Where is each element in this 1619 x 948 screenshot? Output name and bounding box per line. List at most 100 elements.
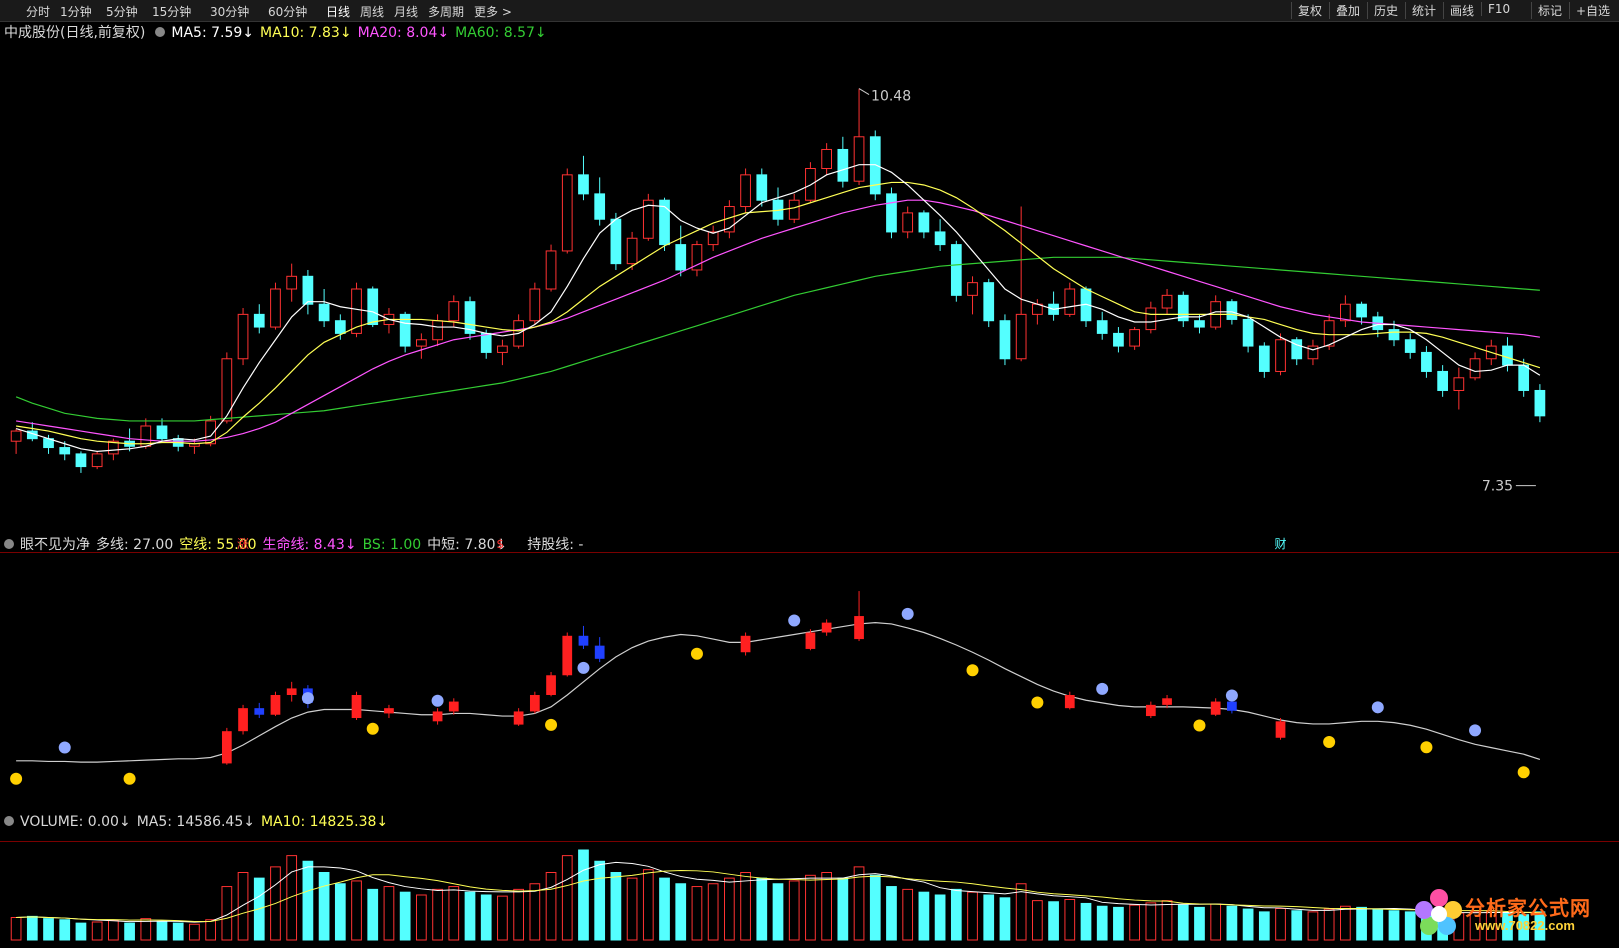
indicator-body <box>1275 721 1286 738</box>
volume-bar <box>205 919 216 941</box>
indicator-body <box>351 695 362 719</box>
event-marker: 财 <box>1275 537 1287 551</box>
volume-bar <box>561 855 573 941</box>
volume-bar <box>1177 904 1189 941</box>
volume-bar <box>1372 908 1384 941</box>
volume-bar <box>383 886 395 941</box>
candle-body <box>1064 288 1076 315</box>
candle-body <box>853 136 865 182</box>
candle-body <box>950 244 962 296</box>
volume-bar <box>10 917 22 941</box>
volume-bar <box>675 883 687 941</box>
candle-body <box>1404 339 1416 353</box>
volume-bar <box>1275 908 1286 941</box>
candle-body <box>448 301 460 322</box>
indicator-body <box>1064 695 1075 709</box>
candle-body <box>10 430 22 442</box>
volume-bar <box>464 891 476 941</box>
volume-bar <box>367 888 379 941</box>
volume-bar <box>124 922 135 941</box>
buy-smile-icon <box>123 772 136 785</box>
volume-bar <box>26 915 38 941</box>
candle-body <box>270 288 281 328</box>
candle-body <box>1226 301 1238 320</box>
volume-bar <box>416 894 427 941</box>
volume-bar <box>594 860 606 941</box>
volume-bar <box>108 919 119 941</box>
volume-bar <box>1161 900 1173 941</box>
candle-body <box>821 148 832 169</box>
volume-bar <box>1032 900 1043 941</box>
candle-body <box>1113 332 1124 347</box>
candle-body <box>334 320 346 334</box>
candle-body <box>1502 345 1513 366</box>
kline-chart[interactable]: 10.48 7.35 涨 $ 财 <box>0 0 1619 948</box>
volume-bar <box>707 883 719 941</box>
volume-bar <box>1323 908 1335 941</box>
candle-body <box>578 174 589 195</box>
volume-bar <box>156 920 168 941</box>
volume-bar <box>756 877 768 941</box>
volume-bar <box>91 921 103 941</box>
volume-bar <box>950 888 962 941</box>
volume-bar <box>1242 908 1254 941</box>
indicator-body <box>854 616 864 640</box>
volume-bar <box>578 849 589 941</box>
buy-smile-icon <box>1323 735 1336 748</box>
candle-body <box>934 231 946 246</box>
candle-body <box>837 148 849 182</box>
candle-body <box>221 358 233 422</box>
flower-logo-icon <box>1415 889 1462 935</box>
volume-bar <box>691 886 703 941</box>
indicator-body <box>221 731 232 764</box>
lifeline-curve <box>16 622 1541 763</box>
candle-body <box>529 288 541 322</box>
sell-face-icon <box>1469 724 1482 737</box>
volume-bar <box>934 894 946 941</box>
indicator-body <box>254 708 265 715</box>
volume-bar <box>821 872 832 941</box>
buy-smile-icon <box>1517 766 1530 779</box>
volume-bar <box>642 869 654 941</box>
candle-body <box>1307 345 1319 360</box>
volume-bar <box>1113 906 1124 941</box>
candle-body <box>1323 320 1335 347</box>
candle-body <box>253 313 265 328</box>
candle-body <box>302 275 314 305</box>
candle-body <box>1129 329 1140 347</box>
candle-body <box>918 212 930 233</box>
indicator-body <box>432 711 443 722</box>
volume-bar <box>1291 910 1303 941</box>
indicator-body <box>594 645 605 659</box>
volume-bar <box>869 874 881 941</box>
candle-body <box>1096 320 1108 334</box>
volume-bar <box>75 922 87 941</box>
sell-face-icon <box>1225 689 1238 702</box>
candle-body <box>367 288 379 326</box>
candle-body <box>156 425 168 440</box>
candle-body <box>237 313 249 360</box>
indicator-body <box>1227 701 1237 711</box>
candle-body <box>416 339 427 347</box>
candle-body <box>561 174 573 252</box>
volume-bar <box>318 872 330 941</box>
volume-bar <box>545 872 557 941</box>
candle-body <box>1161 294 1173 309</box>
volume-bar <box>432 888 443 941</box>
sell-face-icon <box>431 694 444 707</box>
candle-body <box>1356 303 1367 318</box>
indicator-body <box>286 688 297 695</box>
candle-body <box>902 212 914 233</box>
volume-bar <box>1129 904 1140 941</box>
indicator-body <box>270 695 281 715</box>
candle-body <box>1242 318 1254 347</box>
indicator-body <box>384 708 394 714</box>
indicator-body <box>562 635 573 676</box>
watermark-logo: 分析家公式网 www.70822.com <box>1413 886 1613 942</box>
indicator-body <box>238 708 248 732</box>
volume-bar <box>1048 901 1059 941</box>
volume-bar <box>837 877 849 941</box>
candle-body <box>610 218 622 265</box>
volume-bar <box>237 872 249 941</box>
sell-face-icon <box>901 607 914 620</box>
